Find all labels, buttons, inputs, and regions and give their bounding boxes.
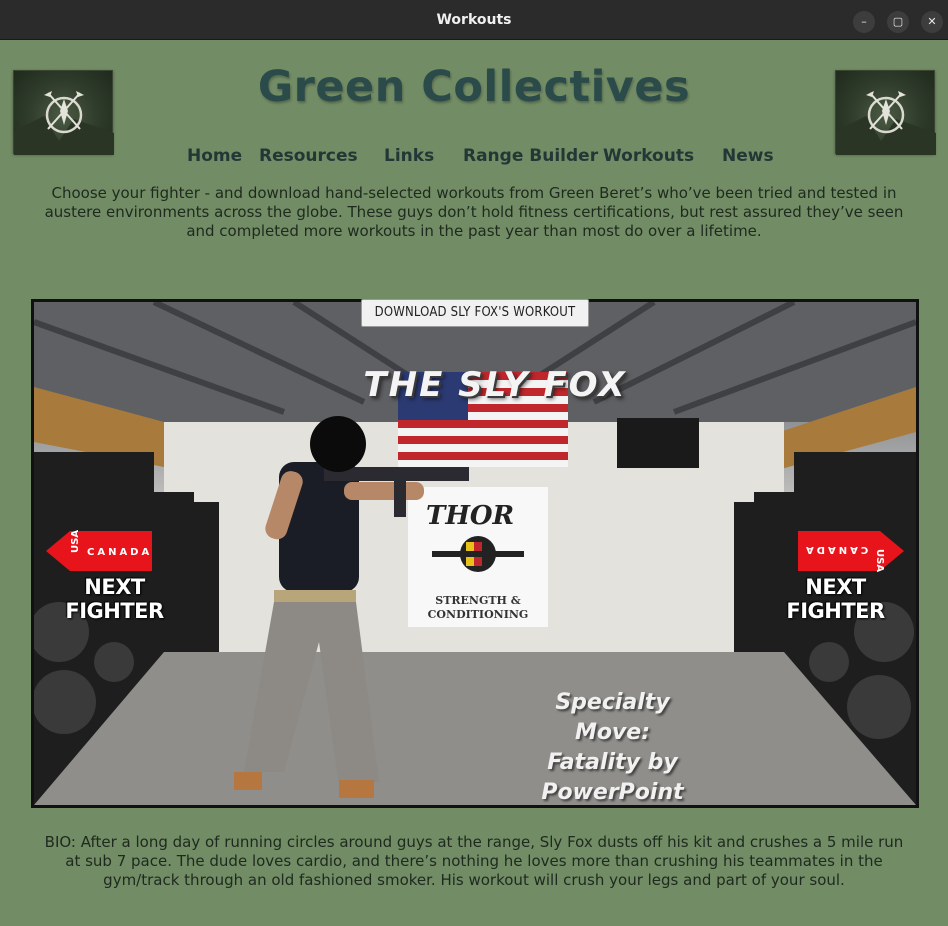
svg-text:CANADA: CANADA bbox=[87, 547, 152, 558]
svg-text:CANADA: CANADA bbox=[803, 544, 868, 555]
specialty-line-3: Fatality by bbox=[547, 750, 678, 775]
intro-text: Choose your fighter - and download hand-… bbox=[44, 184, 904, 240]
nav-news[interactable]: News bbox=[722, 146, 774, 166]
fighter-name: THE SLY FOX bbox=[363, 365, 627, 405]
close-icon[interactable]: ✕ bbox=[921, 11, 943, 33]
specialty-line-1: Specialty bbox=[555, 690, 670, 715]
specialty-move-caption: Specialty Move: Fatality by PowerPoint bbox=[515, 688, 710, 808]
nav-links[interactable]: Links bbox=[384, 146, 434, 166]
arrowhead-tab-icon: USA CANADA bbox=[798, 531, 904, 572]
nav-home[interactable]: Home bbox=[187, 146, 242, 166]
next-fighter-right-button[interactable]: USA CANADA NEXT FIGHTER bbox=[763, 527, 908, 623]
next-fighter-left-button[interactable]: USA CANADA NEXT FIGHTER bbox=[42, 527, 187, 623]
nav-range-builder[interactable]: Range Builder bbox=[463, 146, 598, 166]
gym-sign-line3: CONDITIONING bbox=[428, 608, 529, 621]
next-fighter-right-label: NEXT FIGHTER bbox=[786, 575, 885, 623]
window-titlebar: Workouts – ▢ ✕ bbox=[0, 0, 948, 40]
nav-workouts[interactable]: Workouts bbox=[603, 146, 694, 166]
site-title: Green Collectives bbox=[257, 62, 691, 112]
window-title: Workouts bbox=[436, 12, 512, 28]
gym-sign-logo-text: THOR bbox=[426, 501, 514, 531]
maximize-icon[interactable]: ▢ bbox=[887, 11, 909, 33]
specialty-line-4: PowerPoint bbox=[541, 780, 684, 805]
fighter-bio: BIO: After a long day of running circles… bbox=[44, 833, 904, 889]
arrowhead-tab-icon: USA CANADA bbox=[46, 530, 152, 571]
minimize-icon[interactable]: – bbox=[853, 11, 875, 33]
download-workout-button[interactable]: DOWNLOAD SLY FOX'S WORKOUT bbox=[361, 299, 589, 327]
svg-text:USA: USA bbox=[874, 549, 885, 572]
nav-resources[interactable]: Resources bbox=[259, 146, 358, 166]
svg-text:USA: USA bbox=[70, 530, 81, 553]
specialty-line-2: Move: bbox=[574, 720, 651, 745]
gym-sign-line2: STRENGTH & bbox=[435, 594, 521, 607]
next-fighter-left-label: NEXT FIGHTER bbox=[65, 575, 164, 623]
